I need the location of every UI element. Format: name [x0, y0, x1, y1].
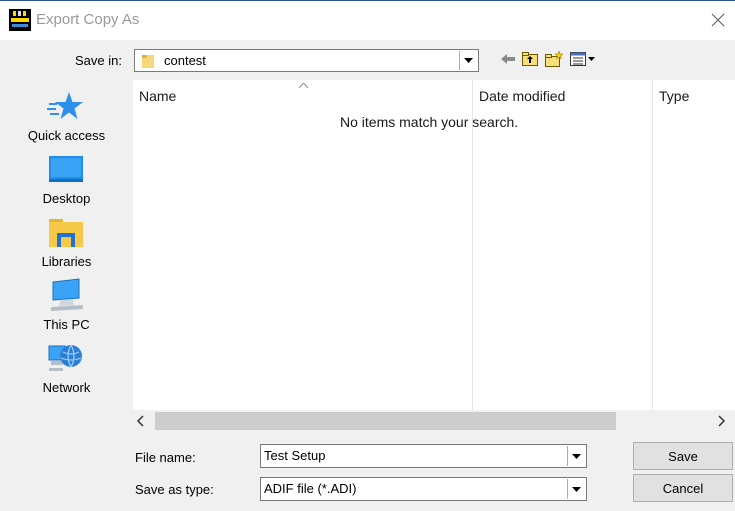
place-libraries[interactable]: Libraries	[0, 215, 133, 275]
new-folder-icon	[545, 51, 563, 67]
chevron-down-icon	[464, 58, 473, 63]
place-desktop[interactable]: Desktop	[0, 153, 133, 213]
back-button[interactable]	[500, 50, 516, 68]
place-label: Libraries	[41, 254, 92, 269]
chevron-down-icon	[572, 453, 581, 459]
place-label: This PC	[43, 317, 90, 332]
save-as-type-value: ADIF file (*.ADI)	[264, 481, 357, 496]
window-border	[0, 0, 735, 1]
scroll-right-button[interactable]	[716, 414, 726, 432]
cancel-button[interactable]: Cancel	[633, 474, 733, 502]
chevron-left-icon	[136, 415, 144, 427]
file-name-input[interactable]: Test Setup	[260, 444, 587, 468]
save-in-value: contest	[164, 53, 206, 68]
horizontal-scrollbar[interactable]	[133, 410, 735, 432]
scroll-thumb[interactable]	[155, 412, 616, 430]
chevron-down-icon	[572, 486, 581, 492]
new-folder-button[interactable]	[544, 50, 564, 68]
view-menu-button[interactable]	[569, 50, 597, 68]
up-folder-button[interactable]	[521, 50, 539, 68]
save-in-label: Save in:	[75, 53, 122, 68]
save-button[interactable]: Save	[633, 442, 733, 470]
title-bar: Export Copy As	[0, 0, 735, 40]
column-header-date-modified[interactable]: Date modified	[479, 88, 565, 104]
place-this-pc[interactable]: This PC	[0, 278, 133, 338]
view-menu-icon	[570, 52, 595, 66]
save-as-type-select[interactable]: ADIF file (*.ADI)	[260, 477, 587, 501]
save-in-combo[interactable]: contest	[134, 49, 479, 72]
chevron-right-icon	[718, 415, 726, 427]
save-in-dropdown-button[interactable]	[459, 51, 477, 70]
network-icon	[48, 344, 82, 371]
sort-arrow-icon	[299, 83, 308, 88]
computer-icon	[51, 278, 83, 311]
desktop-icon	[49, 156, 83, 182]
column-header-name[interactable]: Name	[139, 88, 176, 104]
place-quick-access[interactable]: Quick access	[0, 90, 133, 150]
close-icon	[711, 13, 725, 27]
file-name-label: File name:	[135, 450, 196, 465]
save-as-type-label: Save as type:	[135, 482, 214, 497]
folder-icon	[142, 55, 154, 68]
star-icon	[47, 92, 83, 119]
app-icon	[9, 9, 31, 31]
place-label: Network	[42, 380, 91, 395]
place-network[interactable]: Network	[0, 342, 133, 402]
back-arrow-icon	[501, 54, 515, 64]
file-list[interactable]: Name Date modified Type No items match y…	[133, 80, 735, 410]
up-folder-icon	[522, 52, 538, 66]
libraries-icon	[49, 219, 83, 247]
place-label: Desktop	[42, 191, 91, 206]
save-as-type-dropdown-button[interactable]	[567, 479, 585, 499]
places-bar: Quick access Desktop Libraries This PC N…	[0, 80, 133, 410]
column-divider	[652, 80, 653, 410]
file-name-value: Test Setup	[264, 448, 326, 463]
column-header-type[interactable]: Type	[659, 88, 689, 104]
place-label: Quick access	[27, 128, 106, 143]
file-name-dropdown-button[interactable]	[567, 446, 585, 466]
scroll-left-button[interactable]	[136, 414, 146, 432]
close-button[interactable]	[700, 5, 735, 35]
window-title: Export Copy As	[36, 11, 140, 28]
empty-message: No items match your search.	[340, 114, 519, 130]
export-dialog: Export Copy As Save in: contest Quick ac…	[0, 0, 735, 511]
